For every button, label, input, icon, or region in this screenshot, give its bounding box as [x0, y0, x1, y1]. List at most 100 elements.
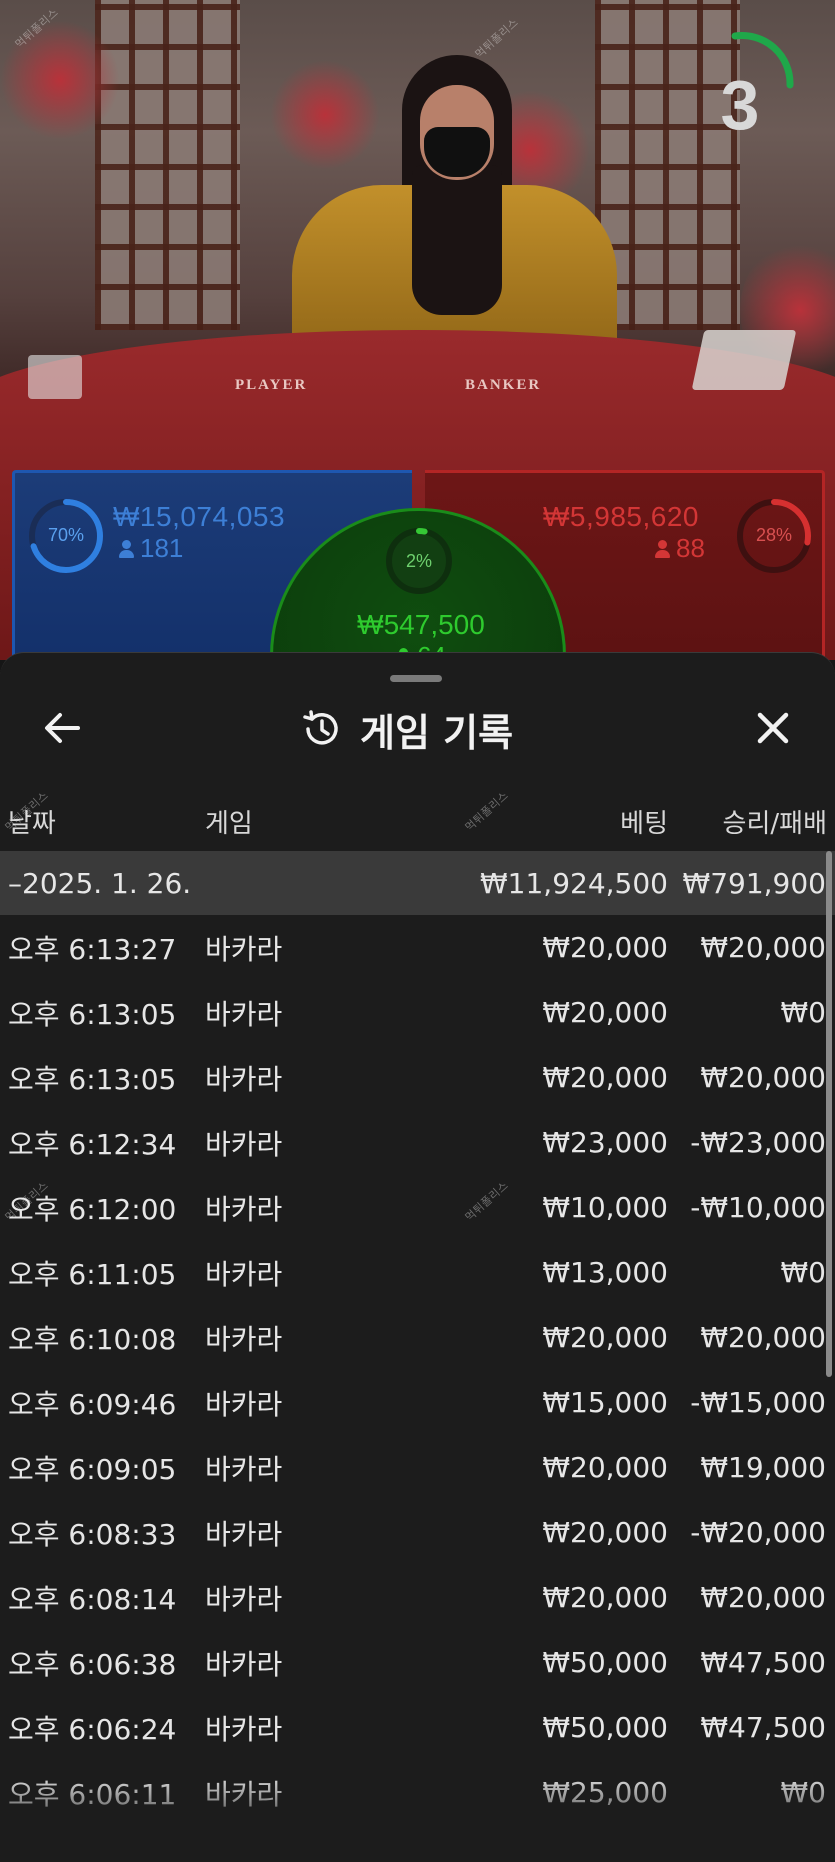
column-header-bet[interactable]: 베팅 — [620, 803, 668, 840]
row-result: ₩19,000 — [700, 1451, 826, 1484]
history-row[interactable]: 오후 6:08:33 바카라 ₩20,000 -₩20,000 — [0, 1500, 835, 1565]
date-group-total-result: ₩791,900 — [682, 866, 826, 900]
table-label-player: PLAYER — [235, 377, 308, 393]
banker-percent-ring: 28% — [735, 497, 813, 575]
row-time: 오후 6:11:05 — [8, 1257, 177, 1291]
row-result: ₩20,000 — [700, 931, 826, 964]
row-bet: ₩15,000 — [542, 1386, 668, 1419]
history-row[interactable]: 오후 6:06:38 바카라 ₩50,000 ₩47,500 — [0, 1630, 835, 1695]
history-row[interactable]: 오후 6:09:05 바카라 ₩20,000 ₩19,000 — [0, 1435, 835, 1500]
row-bet: ₩20,000 — [542, 1581, 668, 1614]
row-game: 바카라 — [205, 1062, 283, 1096]
sheet-title-text: 게임 기록 — [360, 710, 514, 755]
row-game: 바카라 — [205, 1387, 283, 1421]
row-bet: ₩23,000 — [542, 1126, 668, 1159]
row-bet: ₩20,000 — [542, 1516, 668, 1549]
row-bet: ₩25,000 — [542, 1776, 668, 1809]
player-bet-amount: ₩15,074,053 — [113, 501, 286, 532]
dealer — [292, 55, 617, 365]
row-game: 바카라 — [205, 1582, 283, 1616]
row-result: ₩0 — [780, 1256, 827, 1289]
history-row[interactable]: 오후 6:06:24 바카라 ₩50,000 ₩47,500 — [0, 1695, 835, 1760]
arrow-left-icon — [45, 713, 80, 743]
row-game: 바카라 — [205, 1647, 283, 1681]
row-game: 바카라 — [205, 1192, 283, 1226]
row-time: 오후 6:13:05 — [8, 1062, 177, 1096]
history-row[interactable]: 오후 6:06:11 바카라 ₩25,000 ₩0 — [0, 1760, 835, 1825]
column-header-result[interactable]: 승리/패배 — [723, 803, 827, 840]
row-game: 바카라 — [205, 1322, 283, 1356]
row-bet: ₩20,000 — [542, 1061, 668, 1094]
banker-bettor-count-value: 88 — [676, 533, 705, 563]
row-result: -₩23,000 — [690, 1126, 826, 1159]
row-game: 바카라 — [205, 932, 283, 966]
date-group-row[interactable]: –2025. 1. 26. ₩11,924,500 ₩791,900 — [0, 851, 835, 915]
history-row[interactable]: 오후 6:11:05 바카라 ₩13,000 ₩0 — [0, 1240, 835, 1305]
row-time: 오후 6:08:14 — [8, 1582, 177, 1616]
row-game: 바카라 — [205, 1777, 283, 1811]
row-game: 바카라 — [205, 1257, 283, 1291]
history-row[interactable]: 오후 6:12:34 바카라 ₩23,000 -₩23,000 — [0, 1110, 835, 1175]
card-shoe — [691, 330, 797, 390]
row-result: -₩10,000 — [690, 1191, 826, 1224]
folding-screen-left — [95, 0, 240, 330]
history-row[interactable]: 오후 6:10:08 바카라 ₩20,000 ₩20,000 — [0, 1305, 835, 1370]
row-time: 오후 6:06:38 — [8, 1647, 177, 1681]
person-icon — [119, 540, 134, 558]
banker-percent: 28% — [755, 525, 793, 545]
history-row[interactable]: 오후 6:13:05 바카라 ₩20,000 ₩20,000 — [0, 1045, 835, 1110]
player-bettor-count: 181 — [119, 533, 183, 564]
history-row[interactable]: 오후 6:12:00 바카라 ₩10,000 -₩10,000 — [0, 1175, 835, 1240]
row-time: 오후 6:09:46 — [8, 1387, 177, 1421]
row-time: 오후 6:13:27 — [8, 932, 177, 966]
row-time: 오후 6:08:33 — [8, 1517, 177, 1551]
row-result: ₩47,500 — [700, 1711, 826, 1744]
sheet-title: 게임 기록 — [300, 705, 513, 755]
history-row[interactable]: 오후 6:13:05 바카라 ₩20,000 ₩0 — [0, 980, 835, 1045]
discard-tray — [28, 355, 82, 399]
row-bet: ₩10,000 — [542, 1191, 668, 1224]
row-time: 오후 6:10:08 — [8, 1322, 177, 1356]
date-group-date: –2025. 1. 26. — [8, 866, 192, 900]
row-result: ₩20,000 — [700, 1321, 826, 1354]
watermark: 먹튀폴리스 — [463, 789, 511, 834]
row-bet: ₩50,000 — [542, 1711, 668, 1744]
history-row[interactable]: 오후 6:08:14 바카라 ₩20,000 ₩20,000 — [0, 1565, 835, 1630]
close-button[interactable] — [748, 703, 798, 753]
back-button[interactable] — [38, 703, 88, 753]
close-icon — [757, 712, 789, 744]
drag-handle[interactable] — [390, 675, 442, 682]
row-bet: ₩20,000 — [542, 931, 668, 964]
tie-percent: 2% — [405, 551, 432, 571]
player-percent: 70% — [47, 525, 85, 545]
row-time: 오후 6:06:24 — [8, 1712, 177, 1746]
row-result: ₩47,500 — [700, 1646, 826, 1679]
row-result: ₩20,000 — [700, 1581, 826, 1614]
row-result: ₩20,000 — [700, 1061, 826, 1094]
countdown-number: 3 — [720, 66, 760, 144]
history-row[interactable]: 오후 6:09:46 바카라 ₩15,000 -₩15,000 — [0, 1370, 835, 1435]
row-time: 오후 6:13:05 — [8, 997, 177, 1031]
row-game: 바카라 — [205, 1712, 283, 1746]
row-bet: ₩13,000 — [542, 1256, 668, 1289]
game-history-sheet: 게임 기록 날짜 게임 베팅 승리/패배 –2025. 1. 26. ₩11,9… — [0, 652, 835, 1862]
row-bet: ₩50,000 — [542, 1646, 668, 1679]
history-row[interactable]: 오후 6:13:27 바카라 ₩20,000 ₩20,000 — [0, 915, 835, 980]
row-bet: ₩20,000 — [542, 1451, 668, 1484]
row-game: 바카라 — [205, 1127, 283, 1161]
row-game: 바카라 — [205, 1452, 283, 1486]
row-game: 바카라 — [205, 997, 283, 1031]
scrollbar[interactable] — [826, 851, 832, 1377]
player-bettor-count-value: 181 — [140, 533, 184, 563]
countdown-timer: 3 — [690, 30, 800, 140]
row-result: -₩15,000 — [690, 1386, 826, 1419]
history-list[interactable]: –2025. 1. 26. ₩11,924,500 ₩791,900 오후 6:… — [0, 851, 835, 1825]
player-percent-ring: 70% — [27, 497, 105, 575]
row-bet: ₩20,000 — [542, 996, 668, 1029]
person-icon — [655, 540, 670, 558]
column-header-game[interactable]: 게임 — [205, 803, 253, 840]
row-result: ₩0 — [780, 1776, 827, 1809]
row-time: 오후 6:06:11 — [8, 1777, 177, 1811]
banker-bettor-count: 88 — [655, 533, 705, 564]
row-time: 오후 6:09:05 — [8, 1452, 177, 1486]
